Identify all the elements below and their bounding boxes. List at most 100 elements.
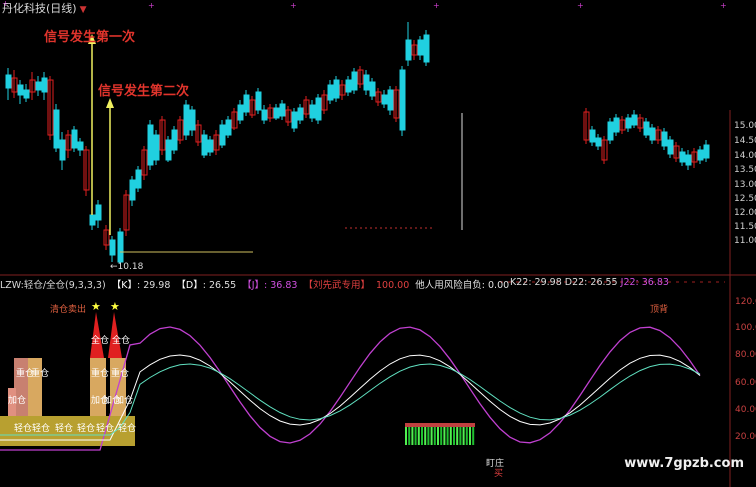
j22-value: J22: 36.83 (620, 277, 669, 288)
chart-title: 丹化科技(日线) ▼ (2, 0, 87, 16)
heavy-position-label: 重仓 (91, 369, 110, 379)
add-position-label: 加仓 (115, 396, 134, 406)
candle-body (201, 134, 208, 156)
heavy-position-label: 重仓 (111, 369, 130, 379)
light-position-label: 轻仓 (118, 424, 137, 434)
candle-body (625, 117, 632, 129)
candle-body (363, 74, 370, 91)
candle-body (589, 129, 596, 143)
candle-body (135, 169, 142, 189)
top-marker: + (433, 1, 440, 10)
candle-body (661, 131, 668, 147)
green-band-top (405, 423, 475, 427)
candle-body (153, 134, 160, 161)
candle-body (53, 109, 60, 149)
top-marker: + (290, 1, 297, 10)
candle-body (649, 127, 656, 141)
candle-body (261, 109, 268, 121)
candle-body (95, 204, 102, 221)
candle-body (697, 149, 704, 161)
top-marker: + (148, 1, 155, 10)
indicator-name[interactable]: LZW:轻仓/全仓(9,3,3,3) (0, 280, 106, 291)
candle-body (207, 139, 214, 153)
stock-title: 丹化科技(日线) (2, 2, 77, 15)
candle-body (171, 129, 178, 151)
candle-body (189, 109, 196, 131)
top-marker: + (720, 1, 727, 10)
j-value: : 36.83 (264, 280, 298, 291)
ind-tick: 80.00 (735, 350, 756, 360)
watch-buy-label: 买 (494, 469, 504, 479)
candle-body (613, 117, 620, 133)
candle-body (35, 81, 42, 91)
candle-body (327, 84, 334, 101)
candle-body (147, 124, 154, 166)
candle-body (381, 94, 388, 105)
star-icon: ★ (110, 300, 120, 313)
top-marker: + (577, 1, 584, 10)
candle-body (679, 151, 686, 163)
candle-body (685, 154, 692, 166)
signal-first-label: 信号发生第一次 (44, 30, 136, 45)
risk-text: 他人用风险自负: 0.00 (415, 280, 510, 291)
candle-body (309, 104, 316, 119)
candle-body (5, 74, 12, 89)
price-tick: 13.50 (734, 165, 756, 175)
ind-tick: 20.00 (735, 432, 756, 442)
j-label: 【J】 (242, 280, 265, 291)
candle-body (23, 89, 30, 99)
kdj22-values: K22: 29.98 D22: 26.55 J22: 36.83 (510, 277, 669, 288)
arrow-head-icon (106, 98, 114, 108)
signal-second-label: 信号发生第二次 (98, 84, 190, 99)
candle-body (423, 34, 430, 63)
candle-body (255, 91, 262, 111)
candle-body (41, 77, 48, 93)
candle-body (351, 71, 358, 91)
candle-body (315, 97, 322, 121)
top-divergence-label: 顶背 (650, 305, 669, 315)
ind-tick: 100.00 (735, 323, 756, 333)
candle-body (631, 114, 638, 126)
light-position-label: 轻仓 (32, 424, 51, 434)
light-position-label: 轻仓 (14, 424, 33, 434)
d22-value: D22: 26.55 (564, 277, 618, 288)
candle-body (117, 231, 124, 263)
value-100: 100.00 (376, 280, 410, 291)
k22-value: K22: 29.98 (510, 277, 562, 288)
star-icon: ★ (91, 300, 101, 313)
watermark: www.7gpzb.com (624, 456, 744, 471)
candle-body (291, 111, 298, 129)
candle-body (77, 141, 84, 151)
k-label: 【K】 (111, 280, 137, 291)
light-position-label: 轻仓 (96, 424, 115, 434)
full-position-label: 全仓 (112, 336, 131, 346)
candle-body (607, 121, 614, 141)
candle-body (297, 107, 304, 121)
candle-body (417, 39, 424, 56)
candle-body (643, 121, 650, 136)
price-tick: 11.50 (734, 222, 756, 232)
candle-body (71, 129, 78, 149)
light-position-label: 轻仓 (55, 424, 74, 434)
sell-label: 清仓卖出 (50, 305, 87, 315)
candle-body (667, 139, 674, 155)
candle-body (399, 69, 406, 131)
price-tick: 11.00 (734, 236, 756, 246)
ind-tick: 60.00 (735, 378, 756, 388)
candle-body (369, 81, 376, 97)
price-tick: 14.00 (734, 151, 756, 161)
full-position-label: 全仓 (91, 336, 110, 346)
heavy-position-label: 重仓 (31, 369, 50, 379)
candle-body (345, 79, 352, 93)
candle-body (333, 79, 340, 99)
candle-body (273, 107, 280, 119)
candle-body (165, 139, 172, 161)
k-value: : 29.98 (136, 280, 171, 291)
candle-body (17, 84, 24, 96)
candle-body (219, 124, 226, 146)
candle-body (129, 179, 136, 201)
indicator-header: LZW:轻仓/全仓(9,3,3,3) 【K】: 29.98 【D】: 26.55… (0, 277, 512, 291)
candle-body (243, 94, 250, 113)
price-tick: 13.00 (734, 180, 756, 190)
dropdown-arrow-icon[interactable]: ▼ (80, 5, 87, 15)
